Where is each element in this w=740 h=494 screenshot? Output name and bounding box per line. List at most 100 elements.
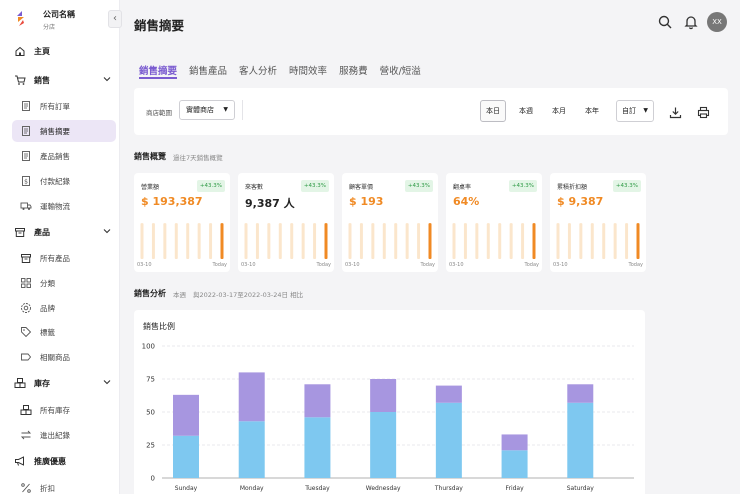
- kpi-card: 營業額 +43.3% $ 193,387 03-10 Today: [134, 173, 230, 272]
- tag-icon: [20, 326, 32, 338]
- analysis-compare: 與2022-03-17至2022-03-24日 相比: [193, 291, 304, 299]
- sidebar-collapse-button[interactable]: ‹: [108, 10, 122, 28]
- x-tick-label: Sunday: [175, 485, 198, 492]
- nav-all-orders[interactable]: 所有訂單: [12, 95, 116, 117]
- tab-time-efficiency[interactable]: 時間效率: [289, 63, 327, 79]
- bar-segment: [370, 379, 397, 412]
- kpi-bar: [590, 223, 594, 259]
- kpi-bar: [163, 223, 167, 259]
- kpi-value: 9,387 人: [245, 197, 295, 210]
- nav-shipping[interactable]: 運輸物流: [12, 195, 116, 217]
- chevron-down-icon[interactable]: [102, 74, 112, 84]
- period-month-button[interactable]: 本月: [546, 100, 572, 122]
- kpi-sparkbars: [452, 223, 536, 259]
- kpi-end-label: Today: [316, 262, 331, 268]
- kpi-bar: [486, 223, 490, 259]
- kpi-bar: [359, 223, 363, 259]
- avatar[interactable]: XX: [707, 12, 727, 32]
- nav-brands[interactable]: 品牌: [12, 297, 116, 319]
- document-icon: [20, 150, 32, 162]
- kpi-start-date: 03-10: [449, 262, 464, 268]
- nav-label: 進出紀錄: [40, 430, 70, 440]
- kpi-bar: [394, 223, 398, 259]
- store-scope-select[interactable]: 實體商店 ▼: [179, 100, 235, 120]
- nav-discounts[interactable]: 折扣: [12, 477, 116, 494]
- kpi-bar: [625, 223, 629, 259]
- filter-bar: 商店範圍 實體商店 ▼ 本日 本週 本月 本年 自訂 ▼: [134, 88, 728, 135]
- nav-inventory[interactable]: 庫存: [14, 372, 112, 394]
- bar-segment: [501, 450, 528, 478]
- cart-icon: [14, 74, 26, 86]
- analysis-title: 銷售分析: [134, 289, 166, 298]
- nav-product-sales[interactable]: 產品銷售: [12, 145, 116, 167]
- y-tick-label: 25: [146, 442, 155, 450]
- nav-label: 所有訂單: [40, 101, 70, 111]
- download-icon[interactable]: [669, 104, 682, 119]
- period-today-button[interactable]: 本日: [480, 100, 506, 122]
- kpi-bar: [197, 223, 201, 259]
- nav-label: 主頁: [34, 46, 50, 56]
- tab-customer-analysis[interactable]: 客人分析: [239, 63, 277, 79]
- nav-tags[interactable]: 標籤: [12, 321, 116, 343]
- bell-icon[interactable]: [683, 14, 699, 30]
- period-year-button[interactable]: 本年: [579, 100, 605, 122]
- x-tick-label: Tuesday: [304, 485, 330, 492]
- period-week-button[interactable]: 本週: [513, 100, 539, 122]
- sales-ratio-chart: 0 25 50 75 100 Sunday Monday Tuesday Wednesday Th…: [142, 343, 634, 492]
- chevron-down-icon[interactable]: [102, 377, 112, 387]
- store-scope-value: 實體商店: [186, 106, 214, 114]
- y-tick-label: 75: [146, 376, 155, 384]
- swap-icon: [20, 429, 32, 441]
- nav-home[interactable]: 主頁: [14, 40, 112, 62]
- nav-products[interactable]: 產品: [14, 221, 112, 243]
- kpi-bar: [382, 223, 386, 259]
- nav-payment-records[interactable]: $ 付款紀錄: [12, 170, 116, 192]
- nav-stock-records[interactable]: 進出紀錄: [12, 424, 116, 446]
- kpi-end-label: Today: [212, 262, 227, 268]
- kpi-bar: [209, 223, 213, 259]
- sidebar: 公司名稱 分店 ‹ 主頁 銷售 所有訂單 銷售摘要 產品銷售 $ 付款紀錄 運輸物流 產品 所有產…: [0, 0, 122, 494]
- tab-sales-products[interactable]: 銷售產品: [189, 63, 227, 79]
- badge-icon: [20, 302, 32, 314]
- kpi-bar: [405, 223, 409, 259]
- bar-segment: [173, 435, 199, 478]
- bar-segment: [370, 412, 397, 478]
- nav-label: 所有庫存: [40, 405, 70, 415]
- tab-revenue-variance[interactable]: 營收/短溢: [380, 63, 421, 79]
- box-icon: [20, 252, 32, 264]
- kpi-bar: [290, 223, 294, 259]
- bar-segment: [238, 421, 265, 478]
- tab-sales-summary[interactable]: 銷售摘要: [139, 63, 178, 79]
- kpi-label: 顧客單價: [349, 184, 374, 191]
- sales-ratio-chart-card: 銷售比例 0 25 50 75 100 Sunday Monday Tuesday Wednes…: [134, 310, 645, 494]
- x-tick-label: Saturday: [567, 485, 594, 492]
- bar-segment: [304, 384, 331, 418]
- nav-sales-summary[interactable]: 銷售摘要: [12, 120, 116, 142]
- kpi-bar: [579, 223, 583, 259]
- kpi-bar: [186, 223, 190, 259]
- kpi-end-label: Today: [524, 262, 539, 268]
- nav-all-products[interactable]: 所有產品: [12, 247, 116, 269]
- print-icon[interactable]: [697, 104, 710, 119]
- kpi-value: $ 193,387: [141, 195, 203, 208]
- nav-related-products[interactable]: 相關商品: [12, 346, 116, 368]
- tab-service-fee[interactable]: 服務費: [339, 63, 368, 79]
- kpi-bar: [567, 223, 571, 259]
- overview-note: 過往7天銷售概覽: [173, 154, 223, 162]
- period-custom-select[interactable]: 自訂 ▼: [616, 100, 654, 122]
- bar-segment: [501, 434, 528, 451]
- warehouse-icon: [14, 377, 26, 389]
- nav-all-inventory[interactable]: 所有庫存: [12, 399, 116, 421]
- search-icon[interactable]: [657, 14, 673, 30]
- nav-sales[interactable]: 銷售: [14, 69, 112, 91]
- bar-segment: [238, 372, 265, 422]
- kpi-bar: [174, 223, 178, 259]
- nav-label: 相關商品: [40, 352, 70, 362]
- analysis-period: 本週: [173, 291, 186, 299]
- nav-categories[interactable]: 分類: [12, 272, 116, 294]
- nav-promotions[interactable]: 推廣優惠: [14, 450, 112, 472]
- truck-icon: [20, 200, 32, 212]
- kpi-value: $ 9,387: [557, 195, 604, 208]
- kpi-bar: [636, 223, 640, 259]
- chevron-down-icon[interactable]: [102, 226, 112, 236]
